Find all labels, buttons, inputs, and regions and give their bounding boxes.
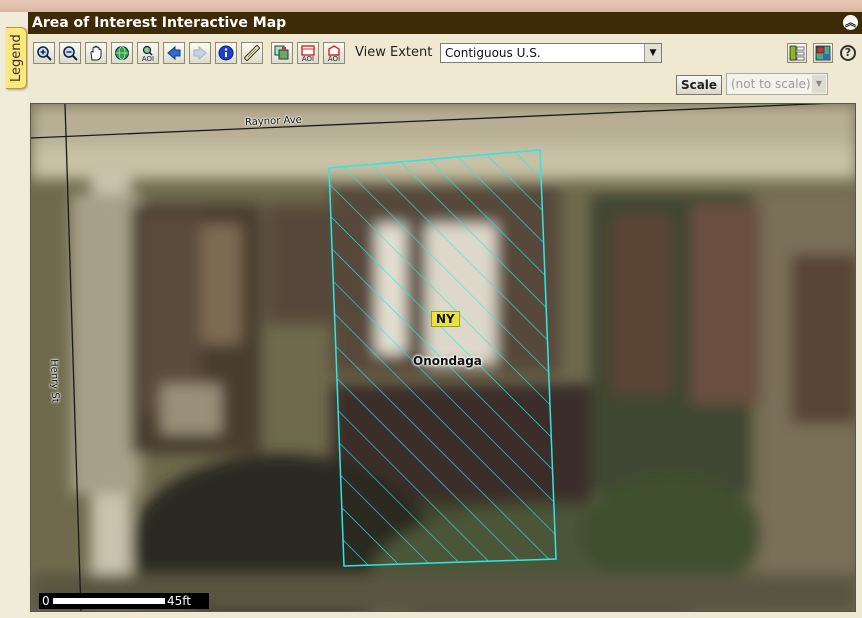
- view-extent-select[interactable]: Contiguous U.S. ▼: [440, 43, 662, 63]
- measure-ruler-icon[interactable]: [241, 42, 263, 64]
- collapse-up-icon[interactable]: ︽: [843, 15, 858, 30]
- road-label-henry: Henry St: [48, 359, 61, 403]
- define-aoi-text: AOI: [327, 55, 341, 63]
- zoom-to-aoi-icon[interactable]: AOI: [137, 42, 159, 64]
- chevron-down-icon[interactable]: ▼: [812, 75, 826, 93]
- layer-list-icon[interactable]: [787, 43, 807, 63]
- zoom-to-aoi-text: AOI: [141, 55, 155, 63]
- titlebar: Area of Interest Interactive Map ︽: [28, 12, 862, 34]
- overview-map-icon[interactable]: [813, 43, 833, 63]
- scale-select[interactable]: (not to scale) ▼: [726, 73, 828, 95]
- full-extent-globe-icon[interactable]: [111, 42, 133, 64]
- scale-button[interactable]: Scale: [676, 75, 722, 95]
- zoom-in-icon[interactable]: [33, 42, 55, 64]
- help-icon[interactable]: ?: [840, 45, 856, 61]
- define-aoi-icon[interactable]: AOI: [323, 42, 345, 64]
- clear-aoi-icon[interactable]: AOI: [297, 42, 319, 64]
- view-extent-label: View Extent: [355, 45, 433, 60]
- map-view[interactable]: Raynor Ave Henry St NY Onondaga 0 45ft: [30, 103, 856, 612]
- scale-bar-start: 0: [42, 594, 50, 608]
- identify-info-icon[interactable]: [215, 42, 237, 64]
- scale-bar-segment: [53, 598, 165, 604]
- select-features-icon[interactable]: [271, 42, 293, 64]
- window-title: Area of Interest Interactive Map: [32, 15, 287, 31]
- map-panel: Area of Interest Interactive Map ︽ AOI A…: [28, 12, 862, 618]
- legend-tab[interactable]: Legend: [6, 27, 27, 89]
- view-extent-value: Contiguous U.S.: [445, 46, 541, 60]
- previous-extent-arrow-icon[interactable]: [163, 42, 185, 64]
- scale-select-value: (not to scale): [731, 77, 811, 91]
- county-label: Onondaga: [413, 354, 482, 368]
- clear-aoi-text: AOI: [301, 55, 315, 63]
- chevron-down-icon[interactable]: ▼: [644, 44, 661, 62]
- pan-hand-icon[interactable]: [85, 42, 107, 64]
- state-label: NY: [431, 311, 460, 327]
- zoom-out-icon[interactable]: [59, 42, 81, 64]
- legend-tab-label: Legend: [9, 34, 24, 82]
- map-toolbar: AOI AOI AOI View Extent Contiguous U.S. …: [28, 42, 862, 68]
- scale-bar-end: 45ft: [167, 594, 191, 608]
- browser-top-strip: [0, 0, 862, 12]
- scale-bar: 0 45ft: [39, 593, 209, 609]
- next-extent-arrow-icon[interactable]: [189, 42, 211, 64]
